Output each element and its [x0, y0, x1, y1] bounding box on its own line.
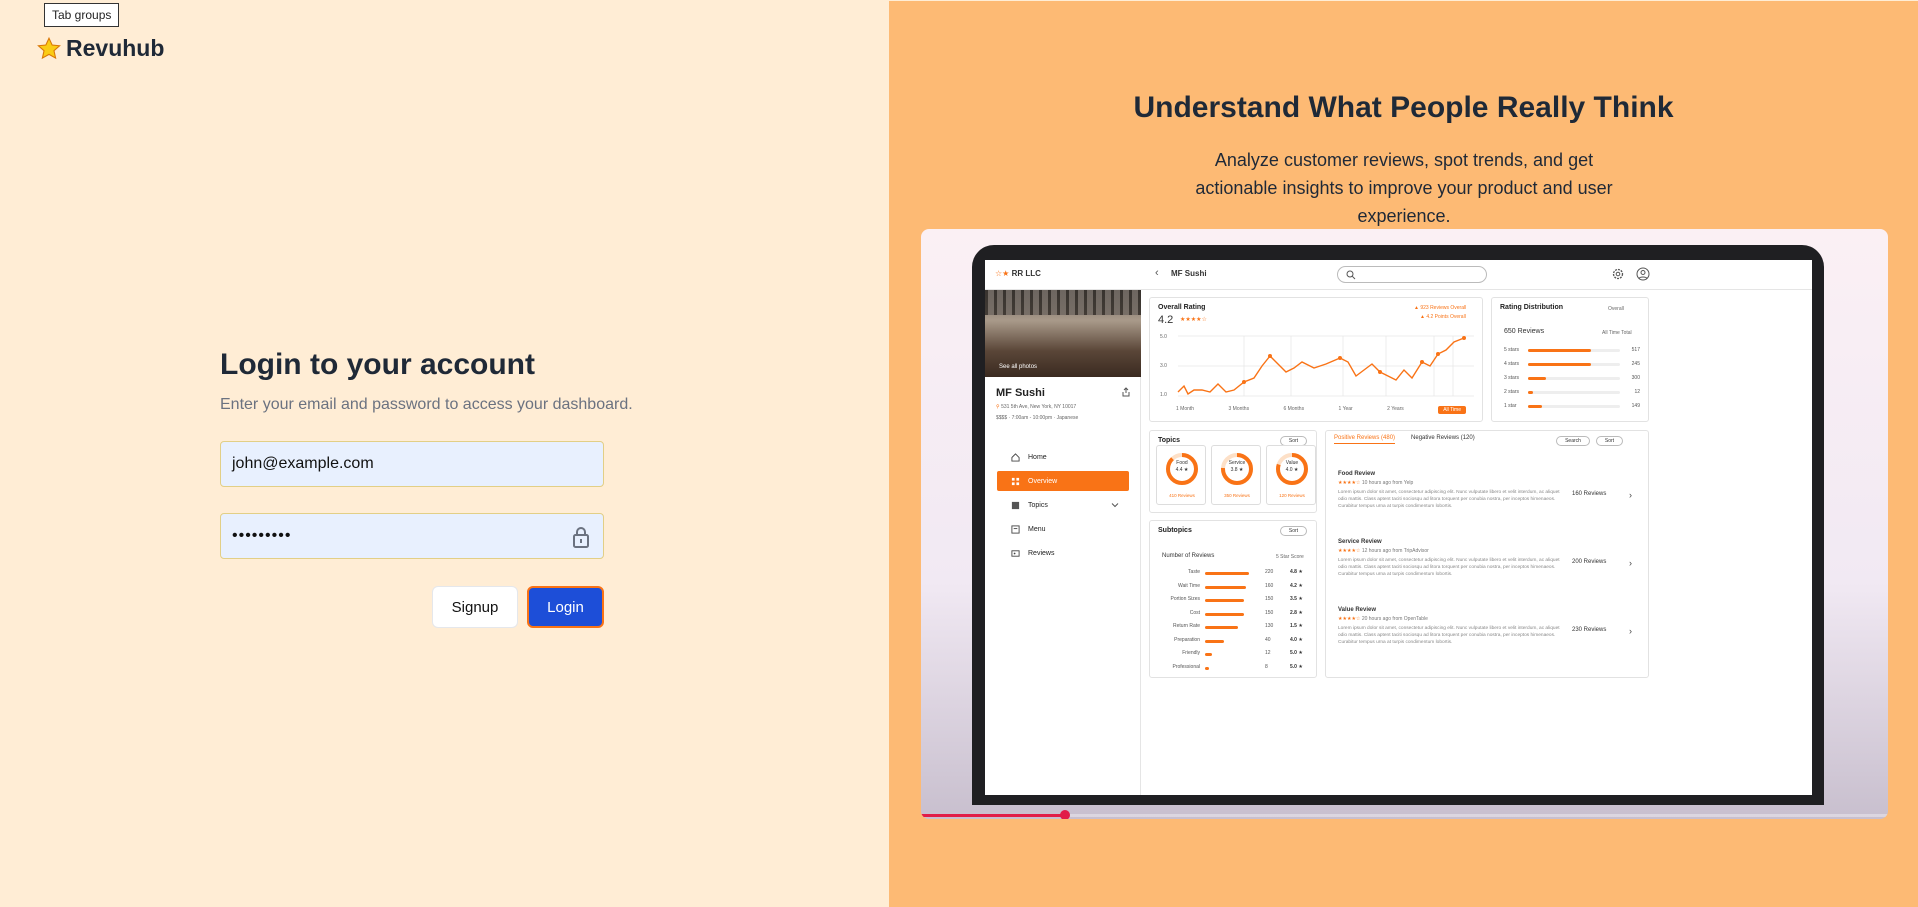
back-icon: ‹	[1155, 267, 1159, 279]
login-title: Login to your account	[220, 348, 535, 381]
topic-donut: Food 4.4 ★ 410 Reviews	[1156, 445, 1206, 505]
range-selector: 1 Month 3 Months 6 Months 1 Year 2 Years…	[1176, 406, 1466, 414]
review-item: Service Review ★★★★☆ 12 hours ago from Tr…	[1338, 539, 1632, 577]
subtopics-card: Subtopics Sort Number of Reviews 5 Star …	[1149, 520, 1317, 678]
topic-donut: Service 3.8 ★ 350 Reviews	[1211, 445, 1261, 505]
video-seek-track[interactable]	[1070, 814, 1888, 817]
reviews-icon	[1011, 549, 1020, 557]
reviews-card: Positive Reviews (480) Negative Reviews …	[1325, 430, 1649, 678]
brand[interactable]: Revuhub	[36, 35, 164, 62]
distribution-row: 5 stars 517	[1504, 347, 1640, 353]
app-search	[1337, 266, 1487, 283]
hero-title: Understand What People Really Think	[1133, 91, 1674, 124]
distribution-row: 4 stars 245	[1504, 361, 1640, 367]
subtopic-row: Professional 8 5.0 ★	[1172, 663, 1303, 670]
email-value: john@example.com	[232, 455, 374, 472]
menu-icon	[1011, 524, 1020, 534]
video-progress-handle[interactable]	[1060, 810, 1070, 819]
place-hours: $$$$ · 7:00am - 10:00pm · Japanese	[996, 415, 1079, 421]
app-breadcrumb: MF Sushi	[1171, 269, 1207, 278]
password-field[interactable]: •••••••••	[220, 513, 604, 559]
search-icon	[1346, 270, 1356, 280]
chevron-right-icon: ›	[1629, 490, 1632, 500]
signup-button[interactable]: Signup	[432, 586, 518, 628]
brand-name: Revuhub	[66, 35, 165, 61]
app-logo: ☆★ RR LLC	[995, 269, 1041, 278]
subtopic-row: Portion Sizes 150 3.5 ★	[1170, 596, 1303, 602]
nav-menu: Menu	[997, 519, 1129, 539]
chevron-down-icon	[1111, 503, 1119, 508]
nav-home: Home	[997, 447, 1129, 467]
login-button[interactable]: Login	[527, 586, 604, 628]
hero-subtitle: Analyze customer reviews, spot trends, a…	[1195, 150, 1613, 226]
product-preview-video[interactable]: ☆★ RR LLC ‹ MF Sushi See all photos MF S…	[921, 229, 1888, 819]
subtopic-row: Taste 220 4.8 ★	[1188, 569, 1303, 575]
subtopic-row: Wait Time 160 4.2 ★	[1177, 582, 1303, 589]
distribution-row: 3 stars 300	[1504, 375, 1640, 381]
laptop-mockup: ☆★ RR LLC ‹ MF Sushi See all photos MF S…	[972, 245, 1824, 805]
topic-donut: Value 4.0 ★ 120 Reviews	[1266, 445, 1316, 505]
nav-overview: Overview	[997, 471, 1129, 491]
gear-icon	[1612, 268, 1624, 280]
star-icon	[37, 36, 61, 59]
place-address: ⚲ 531 5th Ave, New York, NY 10017	[996, 404, 1077, 410]
distribution-row: 1 star 149	[1504, 403, 1640, 409]
subtopic-row: Preparation 40 4.0 ★	[1174, 636, 1303, 643]
app-sidebar: See all photos MF Sushi ⚲ 531 5th Ave, N…	[985, 290, 1141, 795]
rating-trend-chart	[1177, 335, 1474, 397]
restaurant-photo: See all photos	[985, 290, 1141, 377]
lock-icon[interactable]	[571, 526, 591, 548]
user-icon	[1636, 267, 1650, 281]
chevron-right-icon: ›	[1629, 626, 1632, 636]
topics-card: Topics Sort Food 4.4 ★ 410 Reviews Service 3…	[1149, 430, 1317, 513]
login-subtitle: Enter your email and password to access …	[220, 396, 633, 413]
review-item: Value Review ★★★★☆ 20 hours ago from Open…	[1338, 607, 1632, 645]
chevron-right-icon: ›	[1629, 558, 1632, 568]
grid-icon	[1011, 477, 1020, 485]
video-progress-bar[interactable]	[921, 814, 1065, 817]
distribution-row: 2 stars 12	[1504, 389, 1640, 395]
nav-reviews: Reviews	[997, 543, 1129, 563]
review-item: Food Review ★★★★☆ 10 hours ago from Yelp L…	[1338, 471, 1632, 509]
share-icon	[1122, 387, 1130, 397]
overall-rating-card: Overall Rating 4.2 ★★★★☆ ▲ 923 Reviews O…	[1149, 297, 1483, 422]
app-topbar: ☆★ RR LLC ‹ MF Sushi	[985, 260, 1812, 290]
tab-groups-tooltip: Tab groups	[44, 3, 120, 27]
rating-distribution-card: Rating Distribution Overall 650 Reviews …	[1491, 297, 1649, 422]
place-name: MF Sushi	[996, 387, 1045, 399]
password-value: •••••••••	[232, 527, 292, 544]
home-icon	[1011, 452, 1020, 462]
subtopic-row: Cost 150 2.8 ★	[1189, 609, 1303, 616]
nav-topics: Topics	[997, 495, 1129, 515]
dashboard-screen: ☆★ RR LLC ‹ MF Sushi See all photos MF S…	[985, 260, 1812, 795]
list-icon	[1011, 501, 1020, 509]
subtopic-row: Friendly 12 5.0 ★	[1182, 650, 1303, 656]
email-field[interactable]: john@example.com	[220, 441, 604, 487]
subtopic-row: Return Rate 130 1.5 ★	[1173, 623, 1303, 629]
